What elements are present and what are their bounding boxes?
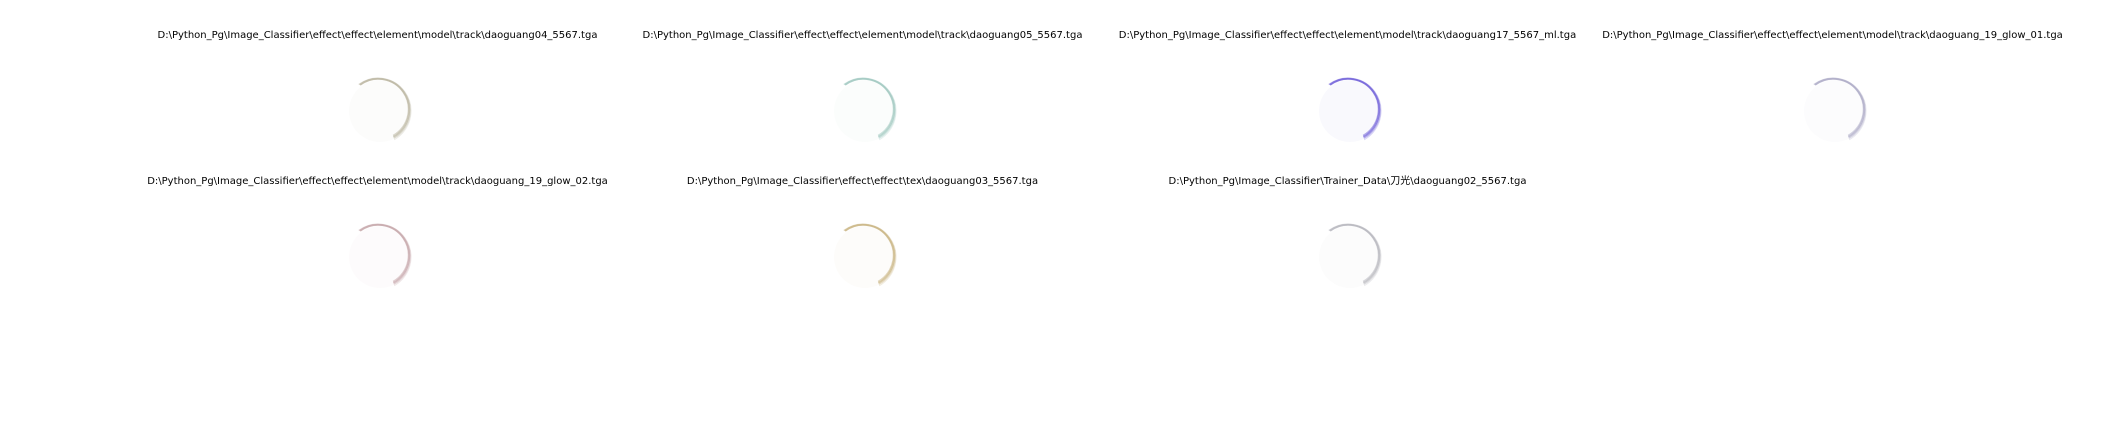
crescent-thumbnail — [827, 75, 899, 147]
panel-title: D:\Python_Pg\Image_Classifier\effect\eff… — [686, 176, 1039, 187]
image-panel: D:\Python_Pg\Image_Classifier\effect\eff… — [620, 29, 1105, 169]
crescent-thumbnail — [1797, 75, 1869, 147]
crescent-thumbnail — [1312, 221, 1384, 293]
image-panel: D:\Python_Pg\Image_Classifier\effect\eff… — [620, 175, 1105, 315]
image-panel: D:\Python_Pg\Image_Classifier\Trainer_Da… — [1105, 175, 1590, 315]
panel-title: D:\Python_Pg\Image_Classifier\effect\eff… — [147, 176, 608, 187]
crescent-thumbnail — [1312, 75, 1384, 147]
panel-title: D:\Python_Pg\Image_Classifier\effect\eff… — [1602, 30, 2063, 41]
crescent-thumbnail — [342, 75, 414, 147]
image-panel: D:\Python_Pg\Image_Classifier\effect\eff… — [1105, 29, 1590, 169]
crescent-thumbnail — [342, 221, 414, 293]
panel-title: D:\Python_Pg\Image_Classifier\effect\eff… — [1118, 30, 1577, 41]
panel-title: D:\Python_Pg\Image_Classifier\Trainer_Da… — [1168, 176, 1527, 187]
image-panel: D:\Python_Pg\Image_Classifier\effect\eff… — [135, 29, 620, 169]
panel-title: D:\Python_Pg\Image_Classifier\effect\eff… — [642, 30, 1083, 41]
panel-title: D:\Python_Pg\Image_Classifier\effect\eff… — [157, 30, 598, 41]
image-panel: D:\Python_Pg\Image_Classifier\effect\eff… — [135, 175, 620, 315]
crescent-thumbnail — [827, 221, 899, 293]
image-panel: D:\Python_Pg\Image_Classifier\effect\eff… — [1590, 29, 2075, 169]
